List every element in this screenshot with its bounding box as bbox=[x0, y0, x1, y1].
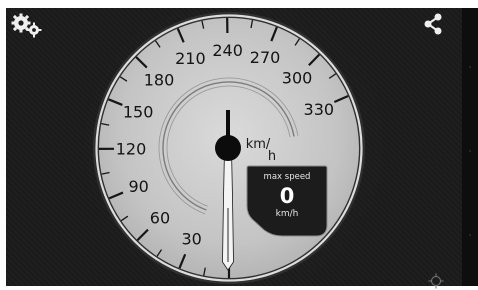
scale-label: 240 bbox=[212, 41, 243, 60]
needle-hub bbox=[215, 135, 241, 161]
max-speed-panel: max speed 0 km/h bbox=[246, 165, 328, 237]
max-speed-value: 0 bbox=[280, 184, 295, 208]
max-speed-unit: km/h bbox=[276, 209, 299, 219]
scale-label: 210 bbox=[175, 49, 206, 68]
scale-label: 300 bbox=[282, 69, 313, 88]
max-speed-title: max speed bbox=[264, 172, 311, 182]
scale-label: 270 bbox=[250, 48, 281, 67]
scale-label: 60 bbox=[150, 209, 170, 228]
scale-label: 90 bbox=[128, 177, 148, 196]
scale-label: 120 bbox=[116, 140, 147, 159]
scale-label: 330 bbox=[304, 100, 335, 119]
speedometer-screen: 30 60 90 120 150 180 210 240 270 300 330 km/ h max… bbox=[0, 0, 478, 290]
scale-label: 30 bbox=[181, 230, 201, 249]
scale-label: 150 bbox=[123, 102, 154, 121]
speedometer-gauge: 306090120150180210 240 270300330 km/ h max… bbox=[93, 12, 365, 284]
scale-label: 180 bbox=[144, 70, 175, 89]
unit-label-bottom: h bbox=[268, 149, 276, 164]
